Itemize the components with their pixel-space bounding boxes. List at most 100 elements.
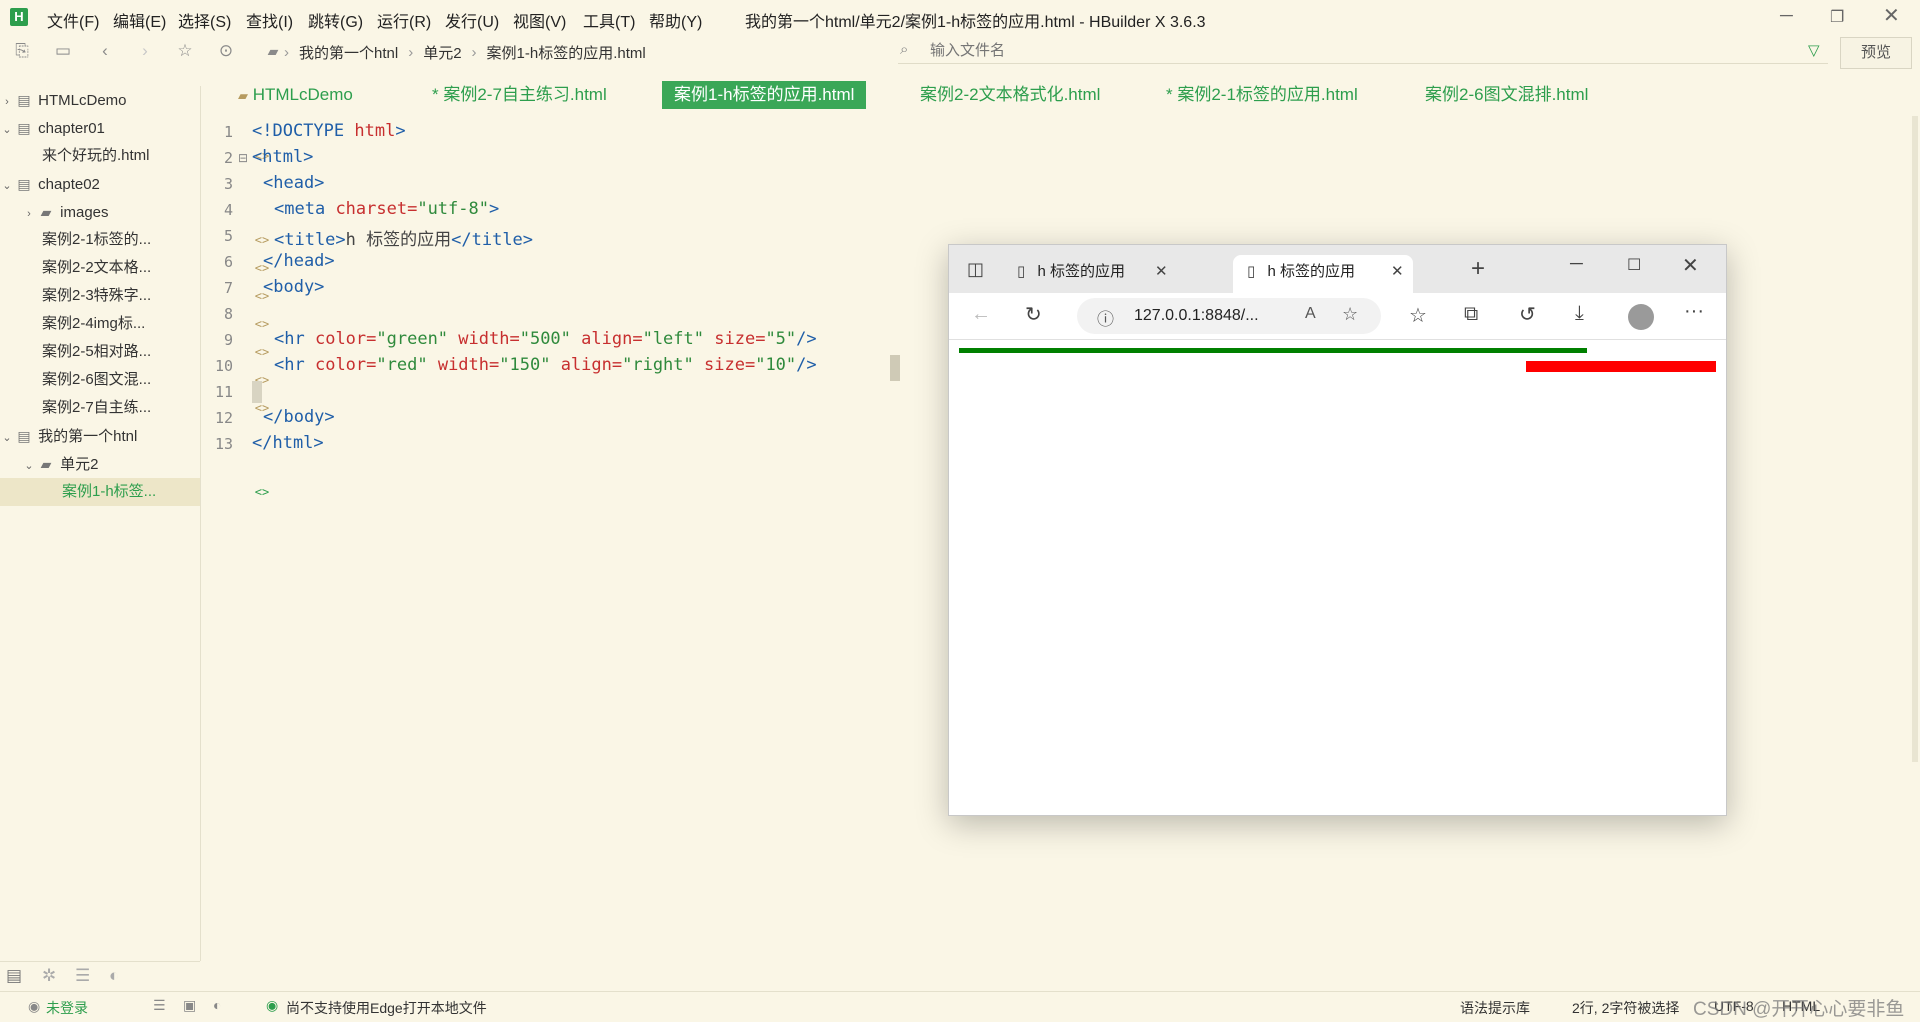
code-line-7[interactable]: <body> xyxy=(263,277,324,297)
chevron-right-icon: › xyxy=(27,208,31,220)
sidebar-toggle-icon[interactable]: ◫ xyxy=(967,259,984,280)
editor-scrollbar[interactable] xyxy=(1912,116,1918,762)
run-icon[interactable]: ⊙ xyxy=(215,40,237,62)
code-line-12[interactable]: </body> xyxy=(263,407,335,427)
file-name-input[interactable] xyxy=(898,38,1828,64)
line-number: 9 xyxy=(223,331,233,349)
code-line-9[interactable]: <hr color="green" width="500" align="lef… xyxy=(274,329,817,349)
menu-file[interactable]: 文件(F) xyxy=(47,8,99,32)
tree-item-project[interactable]: ⌄ ▤ 我的第一个htnl xyxy=(0,422,200,450)
csdn-watermark: CSDN @开开心心要非鱼 xyxy=(1693,999,1905,1020)
tree-item-file[interactable]: <> 来个好玩的.html xyxy=(0,142,269,170)
chevron-down-icon: ⌄ xyxy=(2,180,12,192)
cursor-position[interactable]: 2行, 2字符被选择 xyxy=(1572,998,1679,1018)
code-line-1[interactable]: <!DOCTYPE html> xyxy=(252,121,406,141)
tree-item-chapte02[interactable]: ⌄ ▤ chapte02 xyxy=(0,170,200,198)
url-field[interactable]: ⓘ 127.0.0.1:8848/... A ☆ xyxy=(1077,298,1381,334)
preview-button[interactable]: 预览 xyxy=(1840,37,1912,69)
back-icon[interactable]: ← xyxy=(971,303,991,326)
collections-icon[interactable]: ⧉ xyxy=(1464,303,1478,326)
menu-tools[interactable]: 工具(T) xyxy=(583,8,635,32)
tab-example-2-2[interactable]: 案例2-2文本格式化.html xyxy=(920,81,1100,109)
open-folder-icon: ▰ xyxy=(40,456,52,472)
scroll-marker xyxy=(890,355,900,381)
search-list-icon[interactable]: ☰ xyxy=(75,966,90,986)
code-line-2[interactable]: <html> xyxy=(252,147,313,167)
tree-item-file[interactable]: <> 案例2-3特殊字... xyxy=(0,282,269,310)
add-favorite-icon[interactable]: ☆ xyxy=(1342,304,1358,325)
browser-tab[interactable]: ▯ h 标签的应用 ✕ xyxy=(1007,255,1177,293)
tree-item-file[interactable]: <> 案例2-2文本格... xyxy=(0,254,269,282)
download-icon[interactable]: ⤓ xyxy=(1575,302,1584,325)
tree-item-htmlcdemo[interactable]: › ▤ HTMLcDemo xyxy=(0,86,200,114)
login-status[interactable]: 未登录 xyxy=(46,998,88,1018)
menu-select[interactable]: 选择(S) xyxy=(178,8,231,32)
tree-item-selected-file[interactable]: <> 案例1-h标签... xyxy=(0,478,269,506)
tab-example-2-6[interactable]: 案例2-6图文混排.html xyxy=(1425,81,1588,109)
menu-publish[interactable]: 发行(U) xyxy=(445,8,499,32)
project-manager-icon[interactable]: ▤ xyxy=(6,966,22,986)
menu-find[interactable]: 查找(I) xyxy=(246,8,293,32)
code-line-10[interactable]: <hr color="red" width="150" align="right… xyxy=(274,355,817,375)
restore-icon[interactable]: ❐ xyxy=(1830,7,1844,27)
hbuilder-logo-icon: H xyxy=(10,8,28,26)
browser-tab-active[interactable]: ▯ h 标签的应用 ✕ xyxy=(1233,255,1413,293)
close-tab-icon[interactable]: ✕ xyxy=(1155,255,1168,289)
plugin-icon[interactable]: ✲ xyxy=(42,966,56,986)
tree-item-file[interactable]: <> 案例2-6图文混... xyxy=(0,366,269,394)
menu-goto[interactable]: 跳转(G) xyxy=(308,8,363,32)
favorites-icon[interactable]: ☆ xyxy=(1409,303,1427,328)
profile-avatar-icon[interactable] xyxy=(1628,304,1654,330)
palette-icon[interactable]: ◐ xyxy=(109,966,119,986)
refresh-icon[interactable]: ↻ xyxy=(1025,302,1042,327)
history-icon[interactable]: ↺ xyxy=(1519,302,1536,327)
menu-run[interactable]: 运行(R) xyxy=(377,8,431,32)
star-icon[interactable]: ☆ xyxy=(174,40,196,62)
code-line-3[interactable]: <head> xyxy=(263,173,324,193)
menu-help[interactable]: 帮助(Y) xyxy=(649,8,702,32)
minimize-icon[interactable]: ─ xyxy=(1570,253,1583,274)
tree-item-file[interactable]: <> 案例2-5相对路... xyxy=(0,338,269,366)
code-line-5[interactable]: <title>h 标签的应用</title> xyxy=(274,225,533,250)
close-icon[interactable]: ✕ xyxy=(1883,3,1900,28)
tab-example-2-7[interactable]: * 案例2-7自主练习.html xyxy=(432,81,607,109)
more-menu-icon[interactable]: ··· xyxy=(1684,300,1704,323)
code-line-4[interactable]: <meta charset="utf-8"> xyxy=(274,199,499,219)
fold-toggle-icon[interactable]: ⊟ xyxy=(238,151,248,165)
code-line-13[interactable]: </html> xyxy=(252,433,324,453)
forward-icon[interactable]: › xyxy=(134,40,156,62)
tree-item-chapter01[interactable]: ⌄ ▤ chapter01 xyxy=(0,114,200,142)
tree-item-unit2[interactable]: ⌄ ▰ 单元2 xyxy=(0,450,200,478)
close-tab-icon[interactable]: ✕ xyxy=(1391,255,1404,289)
tab-htmlcdemo[interactable]: ▰ HTMLcDemo xyxy=(238,81,353,109)
tree-item-file[interactable]: <> 案例2-7自主练... xyxy=(0,394,269,422)
tree-item-images[interactable]: › ▰ images xyxy=(0,198,200,226)
line-number: 10 xyxy=(214,357,233,375)
menu-edit[interactable]: 编辑(E) xyxy=(113,8,166,32)
project-folder-icon: ▤ xyxy=(17,176,31,192)
terminal-icon[interactable]: ▣ xyxy=(183,997,196,1014)
breadcrumb-file[interactable]: 案例1-h标签的应用.html xyxy=(487,42,646,63)
list-icon[interactable]: ☰ xyxy=(153,997,166,1014)
folder-icon: ▰ xyxy=(40,204,52,220)
palette-icon[interactable]: ◐ xyxy=(213,997,221,1013)
tab-example-2-1[interactable]: * 案例2-1标签的应用.html xyxy=(1166,81,1358,109)
new-tab-icon[interactable]: + xyxy=(1471,255,1485,283)
close-icon[interactable]: ✕ xyxy=(1682,253,1699,278)
save-icon[interactable]: ▭ xyxy=(52,40,74,62)
syntax-hint-library[interactable]: 语法提示库 xyxy=(1460,998,1530,1018)
maximize-icon[interactable]: ☐ xyxy=(1627,255,1641,275)
menu-view[interactable]: 视图(V) xyxy=(513,8,566,32)
tree-item-file[interactable]: <> 案例2-1标签的... xyxy=(0,226,269,254)
back-icon[interactable]: ‹ xyxy=(94,40,116,62)
read-aloud-icon[interactable]: A xyxy=(1305,305,1316,323)
tab-example-1-active[interactable]: 案例1-h标签的应用.html xyxy=(662,81,867,109)
minimize-icon[interactable]: ─ xyxy=(1780,5,1793,26)
browser-address-bar: ← ↻ ⓘ 127.0.0.1:8848/... A ☆ ☆ ⧉ ↺ ⤓ ··· xyxy=(949,293,1726,340)
breadcrumb-project[interactable]: 我的第一个htnl xyxy=(299,42,398,63)
filter-icon[interactable]: ▽ xyxy=(1808,41,1820,59)
tree-item-file[interactable]: <> 案例2-4img标... xyxy=(0,310,269,338)
code-line-6[interactable]: </head> xyxy=(263,251,335,271)
breadcrumb-folder[interactable]: 单元2 xyxy=(423,42,461,63)
new-file-icon[interactable]: ⎘ xyxy=(11,40,33,62)
